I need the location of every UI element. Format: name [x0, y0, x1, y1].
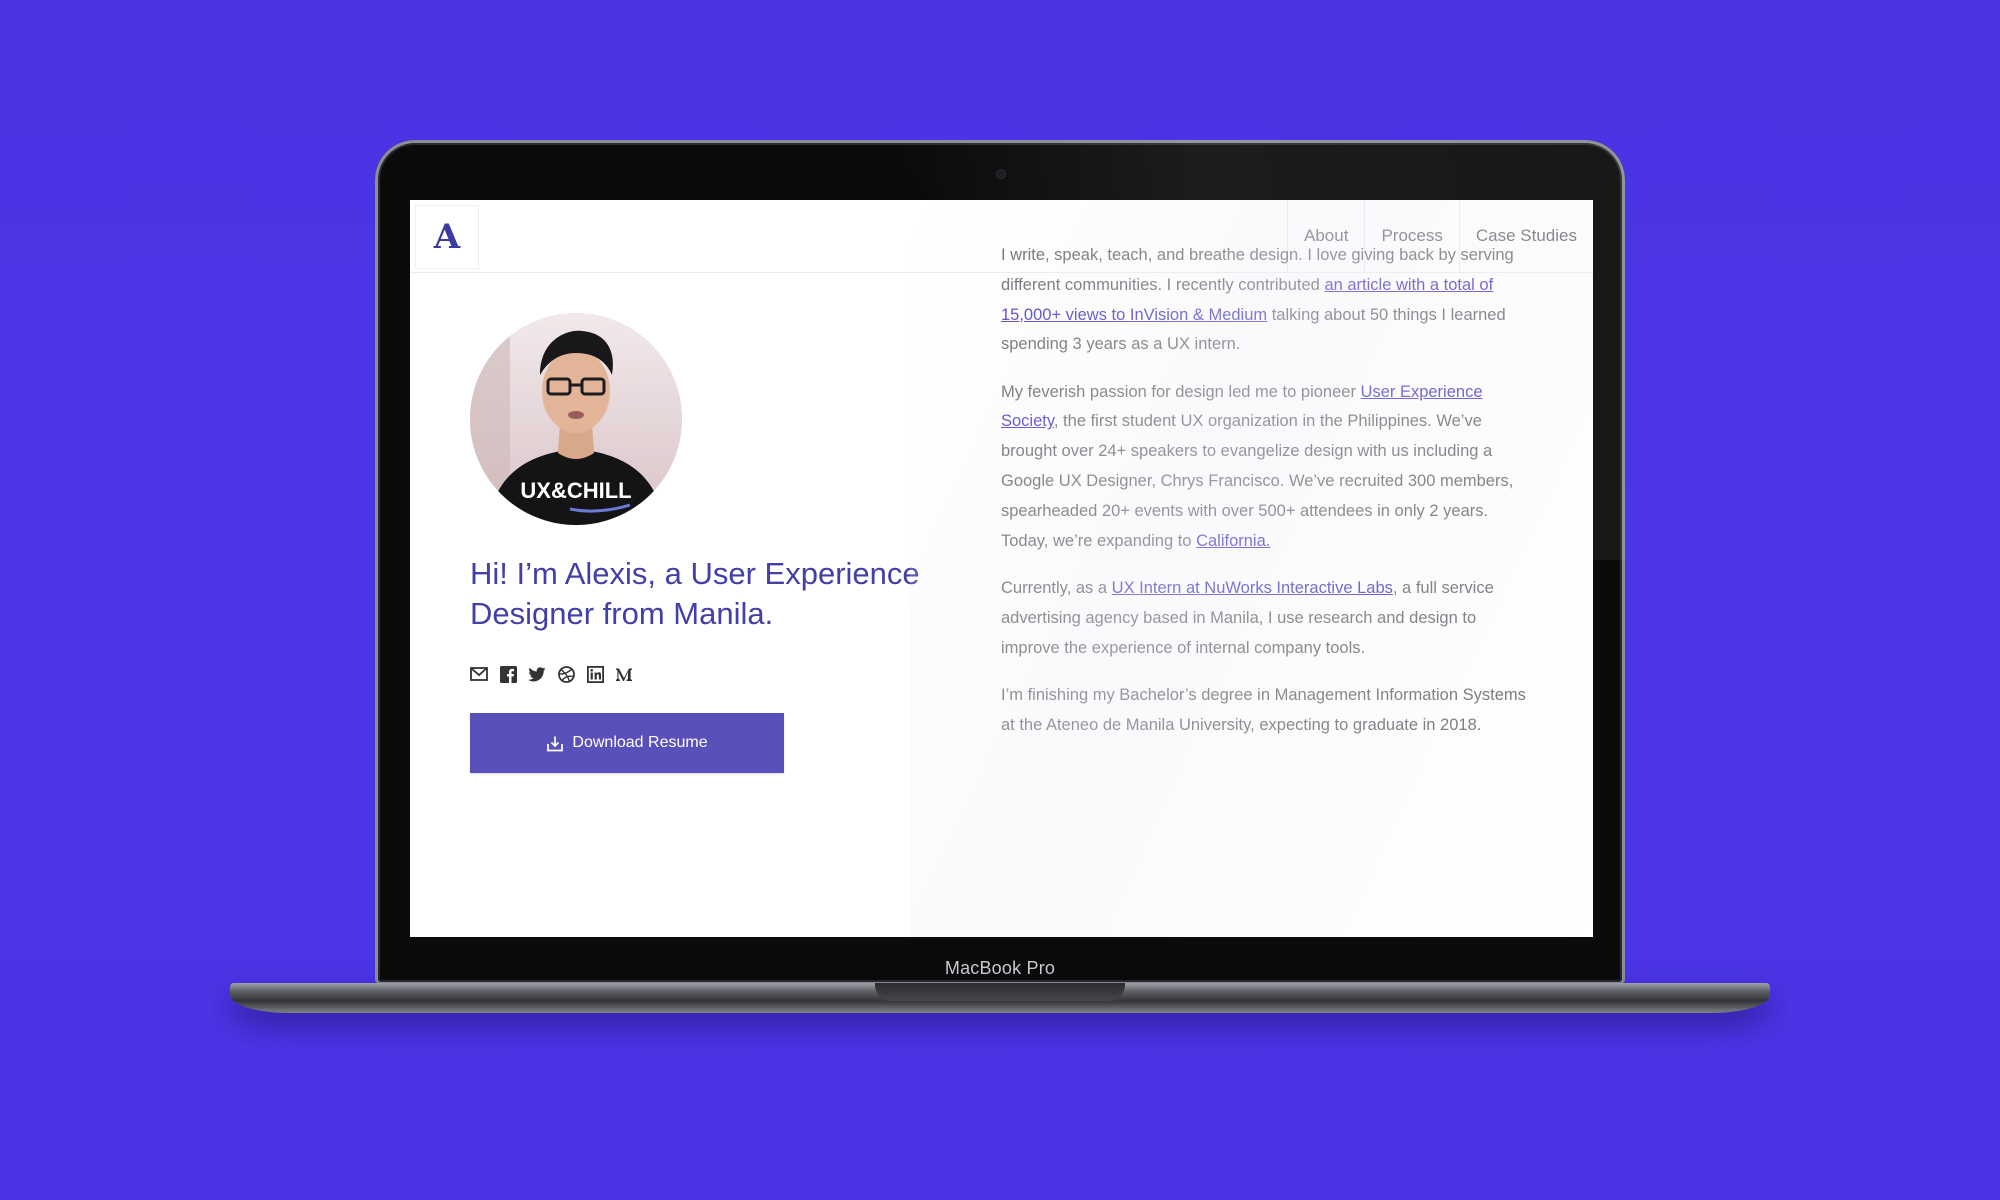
- twitter-icon[interactable]: [528, 665, 546, 683]
- bio-paragraph-4: I’m finishing my Bachelor’s degree in Ma…: [1001, 685, 1526, 734]
- bio-text: , the first student UX organization in t…: [1001, 412, 1514, 550]
- bio-paragraph-2: My feverish passion for design led me to…: [1001, 378, 1536, 557]
- nuworks-link[interactable]: UX Intern at NuWorks Interactive Labs: [1112, 579, 1393, 597]
- camera-icon: [997, 170, 1005, 178]
- linkedin-icon[interactable]: [586, 665, 604, 683]
- dribbble-icon[interactable]: [557, 665, 575, 683]
- site-logo[interactable]: A: [415, 205, 479, 269]
- website-screen: A About Process Case Studies UX&CHILL Hi…: [410, 200, 1593, 937]
- medium-icon[interactable]: [615, 665, 633, 683]
- bio-text: My feverish passion for design led me to…: [1001, 382, 1361, 401]
- california-link[interactable]: California.: [1196, 532, 1270, 550]
- avatar: UX&CHILL: [470, 313, 682, 525]
- bio-paragraph-1: I write, speak, teach, and breathe desig…: [1001, 241, 1536, 360]
- laptop-notch: [875, 983, 1125, 1001]
- bio-text: Currently, as a: [1001, 578, 1112, 597]
- hero-heading: Hi! I’m Alexis, a User Experience Design…: [470, 556, 920, 631]
- download-resume-label: Download Resume: [572, 734, 708, 751]
- download-resume-button[interactable]: Download Resume: [470, 713, 784, 773]
- avatar-shirt-text: UX&CHILL: [520, 478, 631, 503]
- bio-paragraph-3: Currently, as a UX Intern at NuWorks Int…: [1001, 574, 1536, 663]
- bio: I write, speak, teach, and breathe desig…: [1001, 241, 1536, 758]
- avatar-portrait: UX&CHILL: [470, 313, 682, 525]
- device-label: MacBook Pro: [944, 958, 1056, 978]
- social-links: [470, 665, 633, 683]
- mail-icon[interactable]: [470, 665, 488, 683]
- facebook-icon[interactable]: [499, 665, 517, 683]
- download-icon: [547, 736, 564, 751]
